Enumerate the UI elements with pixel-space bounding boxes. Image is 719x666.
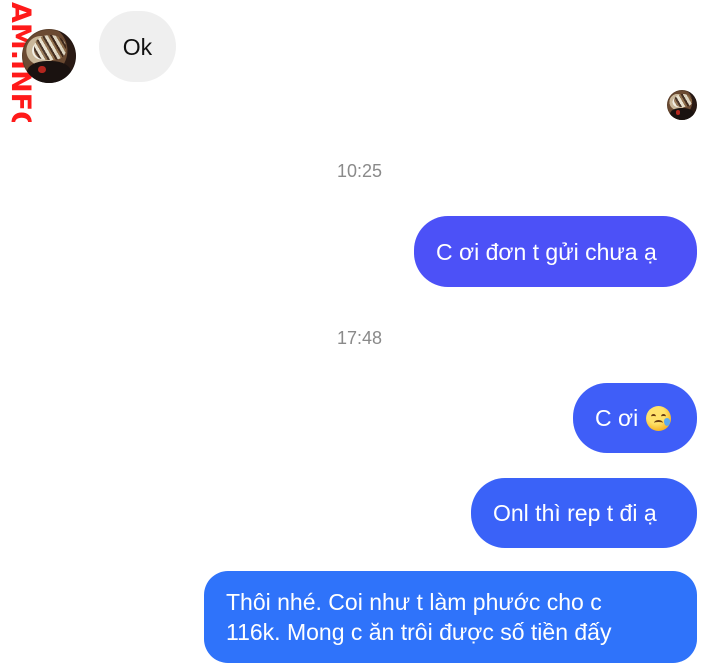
message-text-line: 116k. Mong c ăn trôi được số tiền đấy bbox=[226, 619, 612, 645]
seen-receipt-avatar bbox=[667, 90, 697, 120]
timestamp: 10:25 bbox=[336, 161, 383, 181]
outgoing-message[interactable]: C ơi bbox=[573, 383, 697, 453]
outgoing-message[interactable]: Onl thì rep t đi ạ bbox=[471, 478, 697, 548]
message-text-line: Thôi nhé. Coi như t làm phước cho c bbox=[226, 589, 602, 615]
outgoing-message[interactable]: C ơi đơn t gửi chưa ạ bbox=[414, 216, 697, 287]
message-text: Ok bbox=[122, 33, 153, 60]
message-text: C ơi bbox=[595, 405, 639, 431]
incoming-message[interactable]: Ok bbox=[99, 11, 176, 82]
outgoing-message[interactable]: Thôi nhé. Coi như t làm phước cho c 116k… bbox=[204, 571, 697, 663]
contact-avatar[interactable] bbox=[22, 29, 76, 83]
timestamp: 17:48 bbox=[336, 328, 383, 348]
message-text: C ơi đơn t gửi chưa ạ bbox=[436, 238, 657, 265]
message-text: Onl thì rep t đi ạ bbox=[493, 500, 657, 526]
crying-face-icon bbox=[646, 405, 672, 431]
